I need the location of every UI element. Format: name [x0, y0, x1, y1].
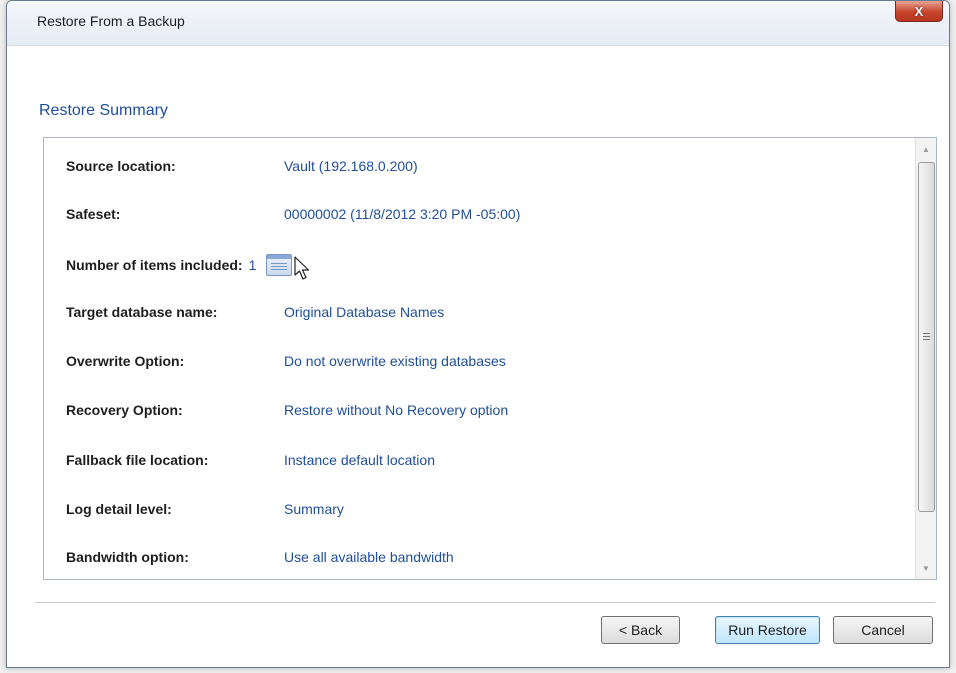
- recovery-option-label: Recovery Option:: [66, 402, 183, 418]
- summary-row-overwrite-option: Overwrite Option: Do not overwrite exist…: [66, 351, 506, 371]
- fallback-location-label: Fallback file location:: [66, 452, 209, 468]
- summary-row-target-database: Target database name: Original Database …: [66, 302, 444, 322]
- scroll-up-arrow-icon[interactable]: ▲: [916, 140, 936, 158]
- items-included-label: Number of items included:: [66, 257, 243, 273]
- recovery-option-value: Restore without No Recovery option: [284, 402, 509, 418]
- log-detail-label: Log detail level:: [66, 501, 172, 517]
- bandwidth-option-value: Use all available bandwidth: [284, 549, 454, 565]
- restore-dialog: Restore From a Backup X Restore Summary …: [6, 0, 950, 668]
- fallback-location-value: Instance default location: [284, 452, 435, 468]
- vertical-scrollbar[interactable]: ▲ ▼: [915, 138, 936, 579]
- target-database-value: Original Database Names: [284, 304, 445, 320]
- mouse-pointer-icon: [294, 255, 314, 285]
- close-icon: X: [914, 3, 924, 19]
- safeset-label: Safeset:: [66, 206, 121, 222]
- footer-separator: [35, 602, 935, 604]
- restore-summary-panel: Source location: Vault (192.168.0.200) S…: [43, 137, 937, 580]
- target-database-label: Target database name:: [66, 304, 218, 320]
- scroll-thumb[interactable]: [918, 162, 935, 512]
- list-view-icon[interactable]: [266, 254, 293, 276]
- overwrite-option-label: Overwrite Option:: [66, 353, 185, 369]
- bandwidth-option-label: Bandwidth option:: [66, 549, 189, 565]
- summary-row-fallback-location: Fallback file location: Instance default…: [66, 450, 435, 470]
- scroll-grip-icon: [923, 333, 930, 340]
- items-included-value: 1: [248, 257, 257, 273]
- safeset-value: 00000002 (11/8/2012 3:20 PM -05:00): [284, 206, 521, 222]
- scroll-down-arrow-icon[interactable]: ▼: [916, 559, 936, 577]
- summary-row-items-included: Number of items included: 1: [66, 251, 314, 280]
- summary-row-recovery-option: Recovery Option: Restore without No Reco…: [66, 400, 508, 420]
- source-location-label: Source location:: [66, 158, 176, 174]
- section-title: Restore Summary: [39, 102, 168, 119]
- run-restore-button[interactable]: Run Restore: [715, 616, 820, 644]
- source-location-value: Vault (192.168.0.200): [284, 158, 418, 174]
- cancel-button[interactable]: Cancel: [833, 616, 933, 644]
- close-button[interactable]: X: [895, 1, 943, 22]
- summary-row-safeset: Safeset: 00000002 (11/8/2012 3:20 PM -05…: [66, 204, 520, 224]
- overwrite-option-value: Do not overwrite existing databases: [284, 353, 506, 369]
- back-button[interactable]: < Back: [601, 616, 680, 644]
- log-detail-value: Summary: [284, 501, 344, 517]
- summary-row-source-location: Source location: Vault (192.168.0.200): [66, 156, 418, 176]
- window-title: Restore From a Backup: [37, 13, 185, 29]
- summary-row-bandwidth-option: Bandwidth option: Use all available band…: [66, 547, 454, 567]
- summary-row-log-detail: Log detail level: Summary: [66, 499, 344, 519]
- title-bar: Restore From a Backup X: [7, 1, 949, 46]
